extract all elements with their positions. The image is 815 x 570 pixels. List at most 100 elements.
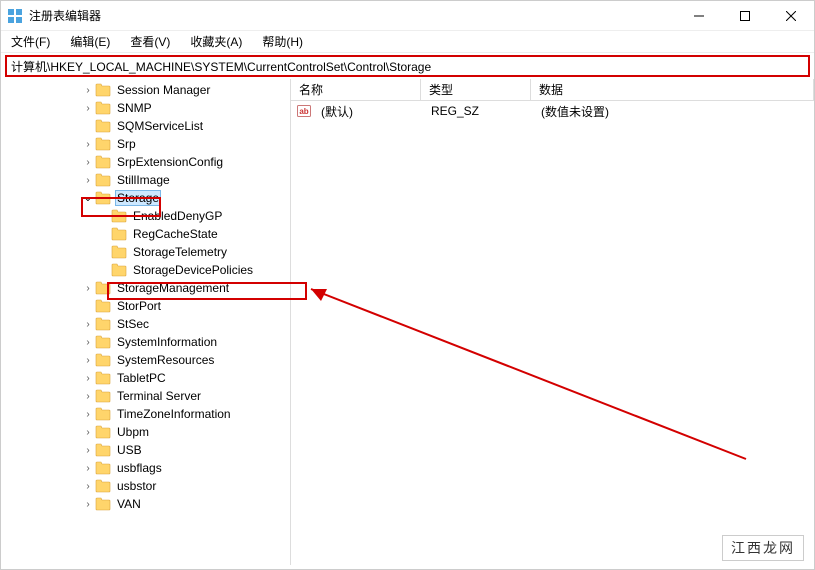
folder-icon (95, 173, 111, 187)
chevron-right-icon[interactable]: › (81, 175, 95, 186)
folder-icon (111, 209, 127, 223)
titlebar: 注册表编辑器 (1, 1, 814, 31)
address-path: 计算机\HKEY_LOCAL_MACHINE\SYSTEM\CurrentCon… (11, 58, 431, 75)
tree-item-terminal-server[interactable]: ›Terminal Server (1, 387, 290, 405)
folder-icon (95, 407, 111, 421)
chevron-right-icon[interactable]: › (81, 337, 95, 348)
folder-icon (95, 479, 111, 493)
chevron-right-icon[interactable]: › (81, 409, 95, 420)
tree-item-label: Session Manager (115, 83, 212, 97)
tree-item-storagetelemetry[interactable]: StorageTelemetry (1, 243, 290, 261)
tree-item-tabletpc[interactable]: › TabletPC (1, 369, 290, 387)
folder-icon (95, 83, 111, 97)
menubar: 文件(F) 编辑(E) 查看(V) 收藏夹(A) 帮助(H) (1, 31, 814, 53)
folder-icon (111, 263, 127, 277)
tree-item-label: Srp (115, 137, 138, 151)
close-button[interactable] (768, 1, 814, 31)
tree-item-van[interactable]: › VAN (1, 495, 290, 513)
folder-icon (95, 389, 111, 403)
app-icon (7, 8, 23, 24)
tree-item-label: RegCacheState (131, 227, 220, 241)
tree-item-usbflags[interactable]: › usbflags (1, 459, 290, 477)
chevron-right-icon[interactable]: › (81, 427, 95, 438)
tree-item-regcachestate[interactable]: RegCacheState (1, 225, 290, 243)
tree-item-label: StorageManagement (115, 281, 231, 295)
maximize-button[interactable] (722, 1, 768, 31)
chevron-right-icon[interactable]: › (81, 499, 95, 510)
tree-item-storage[interactable]: ⌄ Storage (1, 189, 290, 207)
chevron-right-icon[interactable]: › (81, 283, 95, 294)
tree-item-srp[interactable]: › Srp (1, 135, 290, 153)
value-data: (数值未设置) (533, 103, 617, 120)
col-name[interactable]: 名称 (291, 79, 421, 100)
tree-item-label: SystemInformation (115, 335, 219, 349)
tree-item-session-manager[interactable]: › Session Manager (1, 81, 290, 99)
tree-item-sqmservicelist[interactable]: SQMServiceList (1, 117, 290, 135)
tree-item-systemresources[interactable]: › SystemResources (1, 351, 290, 369)
chevron-right-icon[interactable]: › (81, 355, 95, 366)
chevron-right-icon[interactable]: › (81, 319, 95, 330)
folder-icon (95, 371, 111, 385)
tree-item-ubpm[interactable]: ›Ubpm (1, 423, 290, 441)
tree-item-label: usbflags (115, 461, 164, 475)
window-root: 注册表编辑器 文件(F) 编辑(E) 查看(V) 收藏夹(A) 帮助(H) 计算… (0, 0, 815, 570)
folder-icon (111, 227, 127, 241)
tree-pane[interactable]: ›Session Manager›SNMPSQMServiceList›Srp›… (1, 79, 291, 565)
menu-file[interactable]: 文件(F) (7, 31, 54, 52)
tree-item-label: StorageDevicePolicies (131, 263, 255, 277)
chevron-right-icon[interactable]: › (81, 373, 95, 384)
tree-item-storport[interactable]: StorPort (1, 297, 290, 315)
chevron-right-icon[interactable]: › (81, 103, 95, 114)
folder-icon (95, 317, 111, 331)
menu-view[interactable]: 查看(V) (126, 31, 174, 52)
chevron-right-icon[interactable]: › (81, 157, 95, 168)
tree-item-systeminformation[interactable]: › SystemInformation (1, 333, 290, 351)
folder-icon (95, 119, 111, 133)
chevron-right-icon[interactable]: › (81, 445, 95, 456)
tree-item-label: SystemResources (115, 353, 216, 367)
chevron-down-icon[interactable]: ⌄ (81, 193, 95, 204)
address-bar[interactable]: 计算机\HKEY_LOCAL_MACHINE\SYSTEM\CurrentCon… (5, 55, 810, 77)
tree-item-label: StorPort (115, 299, 163, 313)
tree-item-usb[interactable]: › USB (1, 441, 290, 459)
watermark: 江西龙网 (722, 535, 804, 561)
menu-help[interactable]: 帮助(H) (258, 31, 307, 52)
tree-item-storagemanagement[interactable]: › StorageManagement (1, 279, 290, 297)
tree-item-usbstor[interactable]: › usbstor (1, 477, 290, 495)
tree-item-enableddenygp[interactable]: EnabledDenyGP (1, 207, 290, 225)
minimize-button[interactable] (676, 1, 722, 31)
folder-icon (95, 155, 111, 169)
chevron-right-icon[interactable]: › (81, 463, 95, 474)
tree-item-timezoneinformation[interactable]: ›TimeZoneInformation (1, 405, 290, 423)
menu-edit[interactable]: 编辑(E) (66, 31, 114, 52)
tree-item-label: TabletPC (115, 371, 168, 385)
string-value-icon: ab (297, 104, 311, 118)
chevron-right-icon[interactable]: › (81, 139, 95, 150)
tree-item-label: SrpExtensionConfig (115, 155, 225, 169)
tree-item-label: StSec (115, 317, 151, 331)
values-pane: 名称 类型 数据 ab (默认) REG_SZ (数值未设置) (291, 79, 814, 565)
tree-item-stsec[interactable]: › StSec (1, 315, 290, 333)
folder-icon (95, 281, 111, 295)
tree-item-storagedevicepolicies[interactable]: StorageDevicePolicies (1, 261, 290, 279)
tree-item-label: usbstor (115, 479, 158, 493)
tree-item-label: VAN (115, 497, 143, 511)
tree-item-label: SNMP (115, 101, 154, 115)
folder-icon (95, 299, 111, 313)
folder-icon (95, 461, 111, 475)
chevron-right-icon[interactable]: › (81, 85, 95, 96)
col-type[interactable]: 类型 (421, 79, 531, 100)
tree-item-stillimage[interactable]: › StillImage (1, 171, 290, 189)
chevron-right-icon[interactable]: › (81, 391, 95, 402)
col-data[interactable]: 数据 (531, 79, 814, 100)
tree-item-label: StorageTelemetry (131, 245, 229, 259)
menu-fav[interactable]: 收藏夹(A) (186, 31, 246, 52)
chevron-right-icon[interactable]: › (81, 481, 95, 492)
tree-item-label: Storage (115, 190, 161, 206)
tree-item-srpextensionconfig[interactable]: › SrpExtensionConfig (1, 153, 290, 171)
value-row[interactable]: ab (默认) REG_SZ (数值未设置) (291, 101, 814, 121)
tree-item-label: StillImage (115, 173, 172, 187)
tree-item-label: USB (115, 443, 144, 457)
tree-item-snmp[interactable]: › SNMP (1, 99, 290, 117)
folder-icon (95, 497, 111, 511)
